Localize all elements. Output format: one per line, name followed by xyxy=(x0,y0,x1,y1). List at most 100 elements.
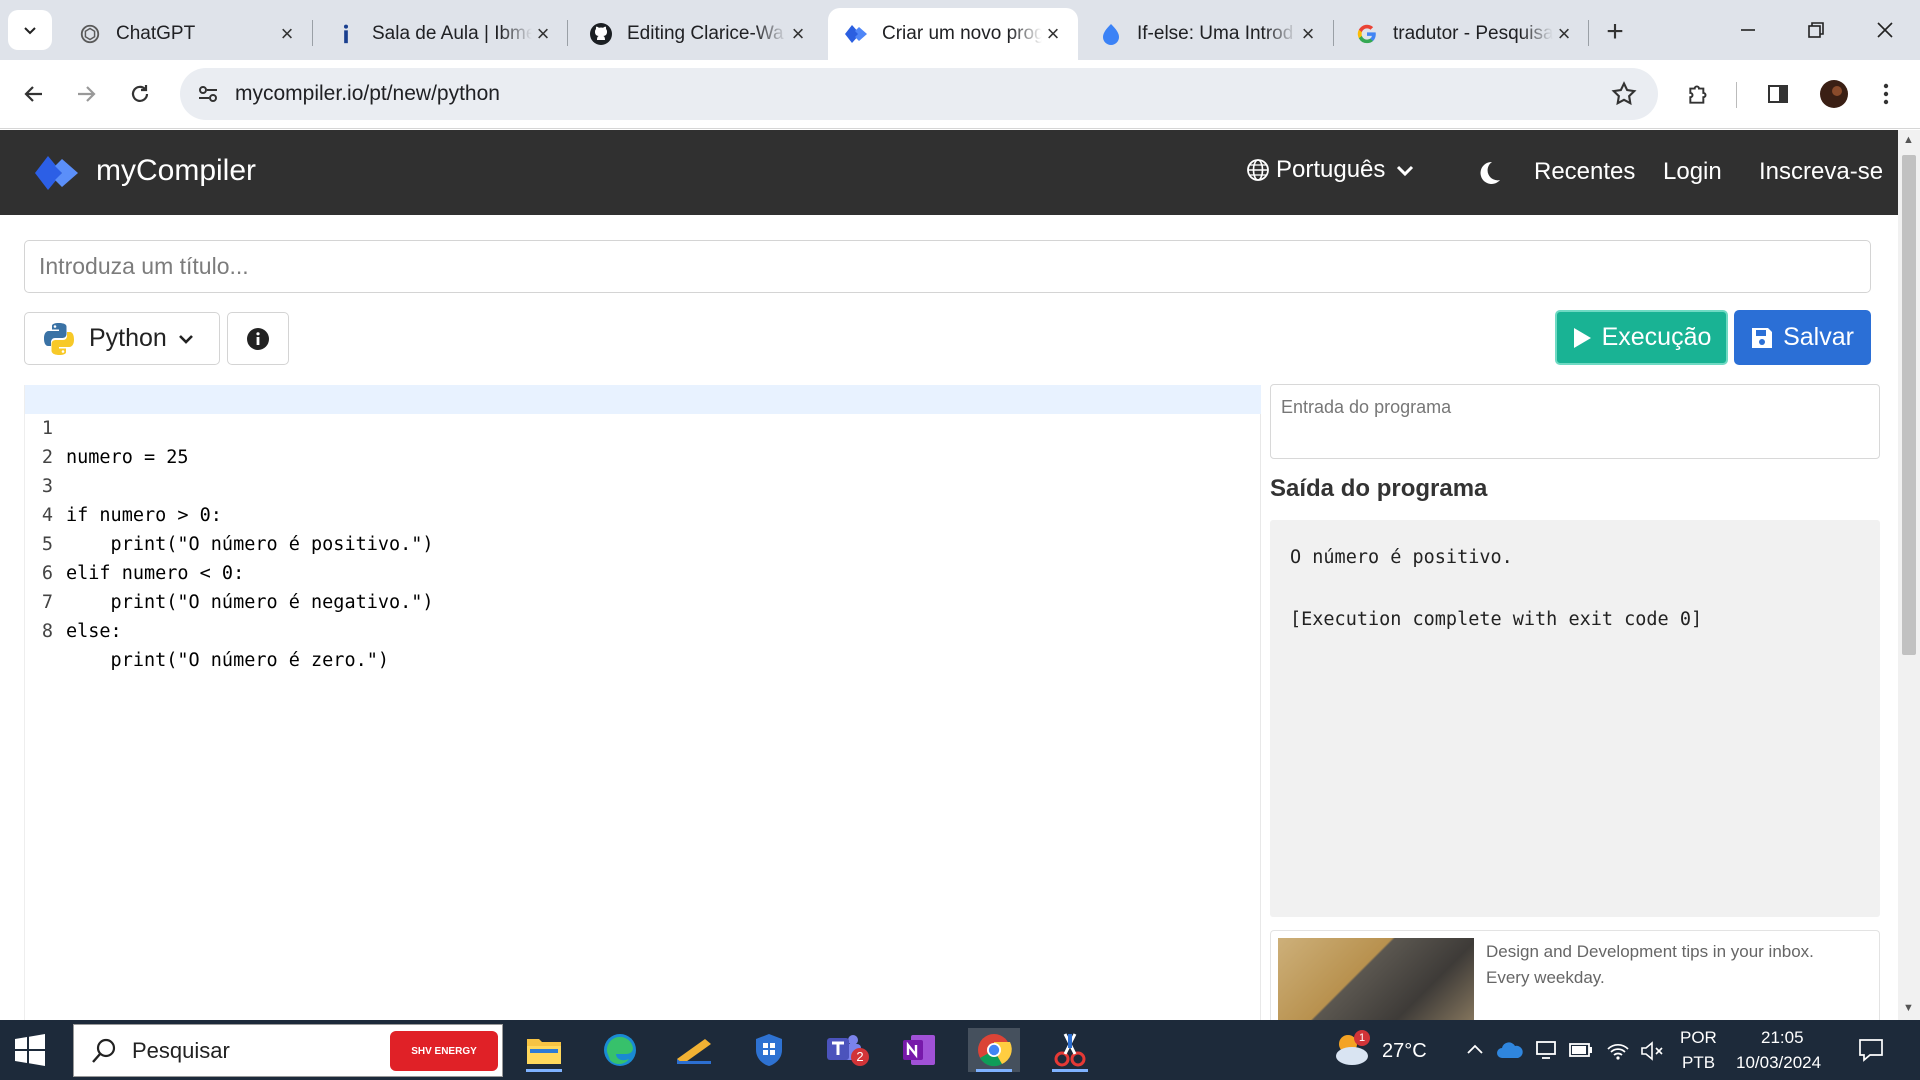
code-line[interactable]: 1 numero = 25 xyxy=(25,385,1261,468)
site-header: myCompiler Português Recentes Login Insc… xyxy=(0,130,1898,215)
speaker-muted-icon[interactable] xyxy=(1640,1041,1664,1061)
notifications-icon[interactable] xyxy=(1858,1037,1884,1063)
nav-recent-link[interactable]: Recentes xyxy=(1534,158,1635,186)
wifi-icon[interactable] xyxy=(1606,1041,1630,1061)
code-text: else: xyxy=(66,621,122,642)
browser-tabstrip: ChatGPT × Sala de Aula | Ibmec × Editing… xyxy=(0,0,1920,60)
battery-icon[interactable] xyxy=(1569,1042,1593,1058)
browser-tab-ifelse[interactable]: If-else: Uma Introd × xyxy=(1083,8,1333,60)
browser-tab-chatgpt[interactable]: ChatGPT × xyxy=(62,8,312,60)
run-button[interactable]: Execução xyxy=(1555,310,1728,365)
taskbar-file-explorer[interactable] xyxy=(518,1028,570,1072)
onenote-icon xyxy=(903,1035,935,1065)
info-icon xyxy=(247,327,269,350)
back-button[interactable] xyxy=(14,74,54,114)
clock-date: 10/03/2024 xyxy=(1736,1053,1822,1072)
scrollbar-thumb[interactable] xyxy=(1902,155,1916,655)
restore-icon xyxy=(1808,22,1824,38)
brand-name[interactable]: myCompiler xyxy=(96,154,256,188)
code-editor[interactable]: 1 numero = 25 2 3 if numero > 0: 4 print… xyxy=(24,385,1261,1020)
side-panel-icon xyxy=(1768,85,1788,103)
forward-button[interactable] xyxy=(66,74,106,114)
minimize-button[interactable] xyxy=(1718,10,1778,50)
scroll-down-icon[interactable]: ▼ xyxy=(1903,1002,1914,1014)
close-icon[interactable]: × xyxy=(276,21,298,46)
program-input[interactable] xyxy=(1270,384,1880,459)
code-line[interactable]: 3 if numero > 0: xyxy=(25,443,1261,526)
close-window-button[interactable] xyxy=(1855,10,1915,50)
close-icon[interactable]: × xyxy=(1553,21,1575,46)
code-line[interactable]: 2 xyxy=(25,414,1261,468)
side-panel-button[interactable] xyxy=(1762,78,1794,110)
mycompiler-logo-icon[interactable] xyxy=(34,154,80,192)
ad-laptop-image[interactable] xyxy=(1278,938,1474,1020)
drop-icon xyxy=(1099,22,1123,46)
moon-icon[interactable] xyxy=(1477,160,1501,186)
clock[interactable]: 21:05 10/03/2024 xyxy=(1733,1026,1838,1074)
restore-button[interactable] xyxy=(1786,10,1846,50)
program-title-input[interactable] xyxy=(24,240,1871,293)
taskbar-onenote[interactable] xyxy=(893,1028,945,1072)
search-highlight-badge[interactable]: SHV ENERGY xyxy=(390,1031,498,1071)
language-selector[interactable]: Português xyxy=(1246,156,1415,184)
globe-icon xyxy=(1247,159,1269,181)
arrow-left-icon xyxy=(24,86,42,102)
address-bar[interactable]: mycompiler.io/pt/new/python xyxy=(180,68,1658,120)
ad-text[interactable]: Design and Development tips in your inbo… xyxy=(1486,939,1856,991)
search-icon xyxy=(92,1038,116,1063)
input-language-indicator[interactable]: POR PTB xyxy=(1678,1026,1722,1074)
site-settings-icon[interactable] xyxy=(196,82,220,106)
display-icon[interactable] xyxy=(1535,1039,1557,1061)
scissors-icon xyxy=(1054,1033,1086,1067)
taskbar-whiteboard[interactable] xyxy=(668,1028,720,1072)
url-text[interactable]: mycompiler.io/pt/new/python xyxy=(235,82,500,106)
weather-widget[interactable]: 1 27°C xyxy=(1332,1030,1442,1072)
tab-divider xyxy=(1333,20,1334,46)
taskbar-snipping-tool[interactable] xyxy=(1044,1028,1096,1072)
nav-signup-link[interactable]: Inscreva-se xyxy=(1759,158,1883,186)
close-icon[interactable]: × xyxy=(1297,21,1319,46)
browser-tab-google[interactable]: tradutor - Pesquisa × xyxy=(1339,8,1589,60)
taskbar-defender[interactable] xyxy=(743,1028,795,1072)
page-scrollbar[interactable]: ▲ ▼ xyxy=(1898,130,1920,1020)
python-logo-icon xyxy=(44,322,74,355)
code-line[interactable]: 6 print("O número é negativo.") xyxy=(25,530,1261,613)
close-icon[interactable]: × xyxy=(787,21,809,46)
code-line[interactable]: 8 print("O número é zero.") xyxy=(25,588,1261,671)
browser-menu-button[interactable] xyxy=(1870,78,1902,110)
code-line[interactable]: 5 elif numero < 0: xyxy=(25,501,1261,584)
ibmec-icon xyxy=(334,22,358,46)
close-icon[interactable]: × xyxy=(532,21,554,46)
ad-banner[interactable]: Design and Development tips in your inbo… xyxy=(1270,930,1880,1020)
reload-button[interactable] xyxy=(120,74,160,114)
tab-search-button[interactable] xyxy=(8,10,52,50)
info-button[interactable] xyxy=(227,312,289,365)
scroll-up-icon[interactable]: ▲ xyxy=(1903,134,1914,146)
lang-line-2: PTB xyxy=(1682,1053,1716,1072)
windows-start-icon[interactable] xyxy=(14,1034,46,1066)
taskbar-teams[interactable]: 2 xyxy=(819,1028,871,1072)
taskbar-search[interactable]: Pesquisar SHV ENERGY xyxy=(73,1024,503,1077)
browser-tab-ibmec[interactable]: Sala de Aula | Ibmec × xyxy=(318,8,568,60)
weather-temp: 27°C xyxy=(1382,1040,1427,1062)
star-icon[interactable] xyxy=(1610,80,1638,108)
github-icon xyxy=(589,22,613,46)
profile-button[interactable] xyxy=(1818,78,1850,110)
browser-tab-mycompiler[interactable]: Criar um novo prog × xyxy=(828,8,1078,60)
new-tab-button[interactable]: + xyxy=(1597,14,1633,50)
taskbar-edge[interactable] xyxy=(594,1028,646,1072)
taskbar-chrome[interactable] xyxy=(968,1028,1020,1072)
nav-login-link[interactable]: Login xyxy=(1663,158,1722,186)
save-button[interactable]: Salvar xyxy=(1734,310,1871,365)
extensions-button[interactable] xyxy=(1683,78,1715,110)
code-line[interactable]: 7 else: xyxy=(25,559,1261,642)
code-line[interactable]: 4 print("O número é positivo.") xyxy=(25,472,1261,555)
edge-icon xyxy=(604,1034,636,1066)
language-dropdown[interactable]: Python xyxy=(24,312,220,365)
chevron-up-icon[interactable] xyxy=(1466,1041,1484,1059)
onedrive-icon[interactable] xyxy=(1496,1040,1524,1060)
close-icon[interactable]: × xyxy=(1042,21,1064,46)
chevron-down-icon xyxy=(178,334,193,344)
browser-tab-github[interactable]: Editing Clarice-Wa × xyxy=(573,8,823,60)
